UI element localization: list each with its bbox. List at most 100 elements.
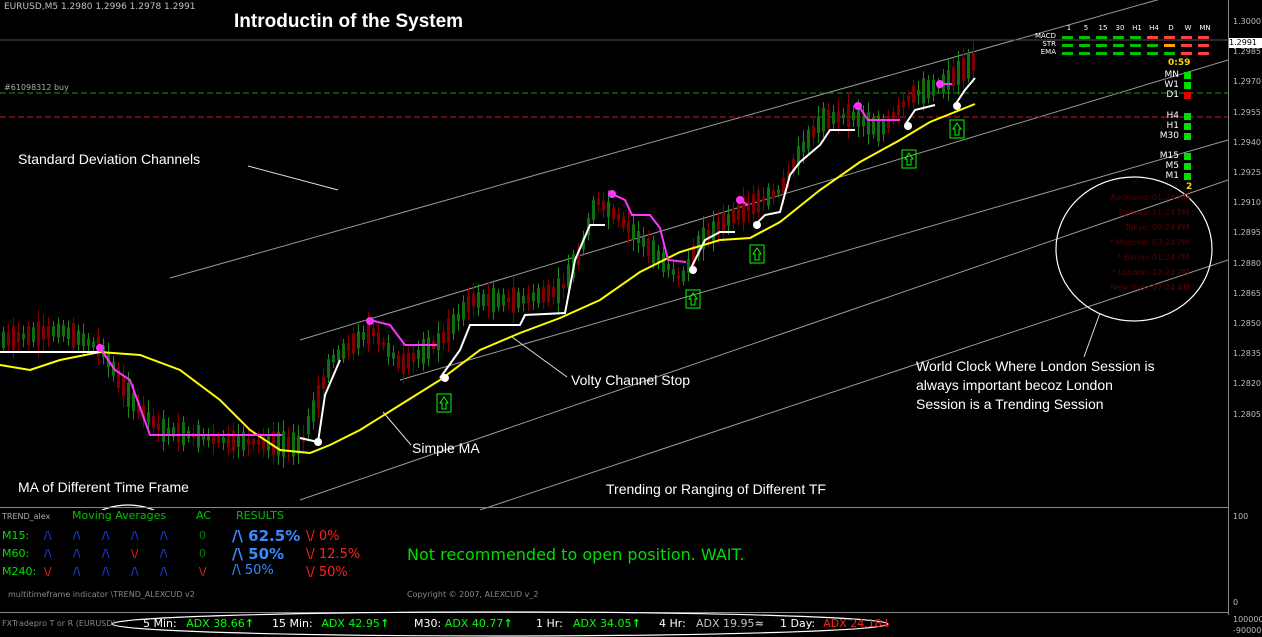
tf-header: 5 [1083,24,1089,32]
candle-body [47,325,50,339]
adx-value: ADX 38.66 [186,617,245,630]
candle-body [602,200,605,211]
subwindow-tick-top: 100 [1233,512,1249,521]
candle-body [382,341,385,347]
candle-body [837,111,840,123]
candle-body [527,293,530,303]
subwindow-separator[interactable] [0,507,1228,508]
candle-body [37,321,40,347]
candle-body [867,112,870,135]
ma-arrow-icon: /\ [73,529,81,542]
adx-direction-icon: ≈ [754,617,764,630]
price-chart[interactable] [0,0,1228,510]
world-clock-line-2: always important becoz London [916,377,1113,393]
adx-value: ADX 42.95 [321,617,380,630]
candle-body [652,240,655,264]
tf-header: 1 [1066,24,1072,32]
candle-body [807,129,810,150]
candle-body [682,270,685,282]
signal-cell [1062,44,1073,47]
ma-arrow-icon: \/ [44,565,52,578]
candle-body [562,283,565,289]
ac-value: 0 [199,547,206,560]
candle-body [747,201,750,212]
candle-body [952,67,955,86]
candle-body [7,331,10,346]
clock-time: 03:24 PM [1152,238,1190,247]
candle-body [927,80,930,99]
candle-body [462,301,465,320]
tf-status-label: H1 [1166,121,1180,131]
signal-cell [1113,52,1124,55]
ma-arrow-icon: /\ [131,529,139,542]
result-down: \/ 12.5% [306,547,361,562]
candle-body [957,60,960,85]
candle-body [2,331,5,348]
candle-body [647,238,650,256]
candle-body [552,286,555,298]
price-tick: 1.2940 [1233,137,1261,147]
subwindow-name: TREND_alex [2,512,51,521]
signal-cell [1130,36,1141,39]
tf-status-box [1184,173,1191,180]
candle-body [362,332,365,340]
tf-status-box [1184,72,1191,79]
tf-status-label: M5 [1165,161,1180,171]
price-tick: 1.2835 [1233,349,1261,359]
signal-cell [1062,36,1073,39]
ma-arrow-icon: /\ [73,565,81,578]
price-tick: 1.2910 [1233,198,1261,208]
annotation-volty: Volty Channel Stop [571,372,691,388]
clock-city: New York: [1110,283,1150,292]
candle-body [312,400,315,422]
annotation-ma-tf: MA of Different Time Frame [18,479,189,495]
candle-body [217,435,220,444]
candle-body [642,237,645,247]
candle-body [87,338,90,346]
candle-body [947,70,950,90]
tf-status-label: M15 [1159,151,1179,161]
price-tick: 1.2895 [1233,228,1261,238]
bottom-tick-low: -900000 [1233,626,1262,635]
tf-status-box [1184,153,1191,160]
clock-time: 01:24 PM [1152,253,1190,262]
signal-cell [1181,36,1192,39]
candle-body [322,376,325,389]
annotation-std-dev: Standard Deviation Channels [18,151,201,167]
signal-cell [1147,52,1158,55]
candle-body [232,430,235,452]
ma-arrow-icon: /\ [44,529,52,542]
tf-status-label: M1 [1165,171,1180,181]
candle-body [662,252,665,272]
candle-body [857,110,860,127]
candle-body [27,326,30,345]
result-up: /\ 50% [232,563,274,578]
order-label[interactable]: #61098312 buy [4,83,69,92]
candle-body [757,190,760,213]
clock-city: * Moscow: [1109,238,1150,247]
candle-body [22,333,25,340]
candle-body [157,424,160,430]
candle-body [402,353,405,374]
candle-body [852,111,855,121]
candle-body [502,294,505,306]
candle-body [417,349,420,359]
candle-body [822,107,825,132]
candle-body [677,274,680,280]
candle-body [607,201,610,218]
ma-arrow-icon: \/ [131,547,139,560]
candle-body [317,385,320,409]
tf-count: 2 [1186,182,1193,192]
adx-tf-label: M30: [414,617,442,630]
signal-cell [1113,44,1124,47]
price-tick: 1.2985 [1233,47,1261,57]
adx-tf-label: 15 Min: [272,617,313,630]
candle-body [627,221,630,233]
candle-body [812,126,815,138]
candle-body [517,292,520,308]
candle-body [532,292,535,302]
candle-body [292,432,295,457]
tf-status-label: D1 [1166,90,1179,100]
tf-status-box [1184,123,1191,130]
candle-body [472,293,475,307]
